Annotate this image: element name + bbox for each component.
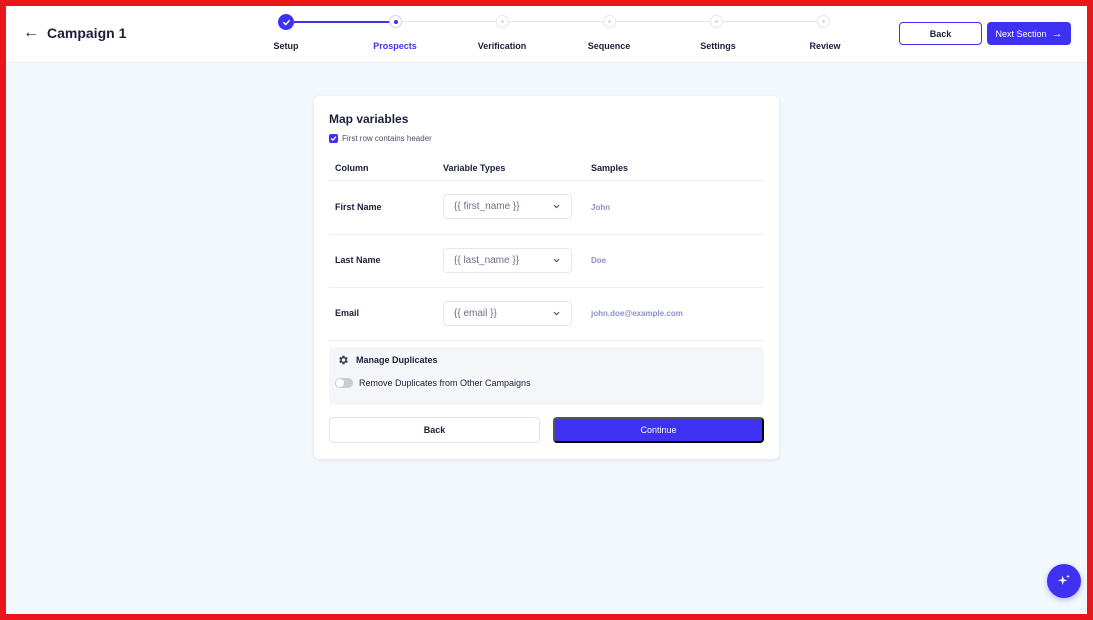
remove-duplicates-toggle[interactable] [335, 378, 353, 388]
step-connector [508, 21, 609, 22]
step-label-setup[interactable]: Setup [273, 41, 298, 51]
ai-assistant-button[interactable] [1047, 564, 1081, 598]
row-column-name: Last Name [335, 255, 381, 265]
step-connector-done [294, 21, 390, 23]
manage-duplicates-label: Manage Duplicates [356, 355, 438, 365]
next-section-button[interactable]: Next Section → [987, 22, 1071, 45]
continue-button[interactable]: Continue [553, 417, 764, 443]
step-connector [615, 21, 716, 22]
row-sample: John [591, 203, 611, 212]
step-review-marker[interactable] [817, 15, 830, 28]
check-icon [282, 19, 290, 25]
sparkle-icon [1058, 574, 1070, 585]
divider [329, 287, 764, 288]
chevron-down-icon [553, 204, 560, 209]
next-section-label: Next Section [995, 28, 1047, 39]
step-label-verification[interactable]: Verification [478, 41, 527, 51]
step-label-settings[interactable]: Settings [700, 41, 736, 51]
select-value: {{ last_name }} [454, 255, 520, 266]
row-sample: Doe [591, 256, 607, 265]
back-button-label: Back [423, 425, 446, 435]
remove-duplicates-label: Remove Duplicates from Other Campaigns [359, 378, 531, 388]
select-value: {{ email }} [454, 308, 497, 319]
map-variables-card: Map variables First row contains header … [314, 96, 779, 459]
app-frame: ← Campaign 1 Setup Prospects Verificatio… [6, 6, 1087, 614]
divider [329, 340, 764, 341]
step-setup-marker[interactable] [278, 14, 294, 30]
manage-duplicates-panel: Manage Duplicates Remove Duplicates from… [329, 347, 764, 405]
chevron-down-icon [553, 311, 560, 316]
step-settings-marker[interactable] [710, 15, 723, 28]
variable-type-select[interactable]: {{ first_name }} [443, 194, 572, 219]
card-title: Map variables [329, 112, 409, 126]
step-label-sequence[interactable]: Sequence [588, 41, 631, 51]
checkbox-label: First row contains header [342, 134, 432, 143]
column-header-column: Column [335, 163, 369, 173]
divider [329, 234, 764, 235]
row-column-name: Email [335, 308, 360, 318]
row-sample: john.doe@example.com [591, 309, 683, 318]
first-row-header-checkbox[interactable]: First row contains header [329, 134, 432, 143]
step-sequence-marker[interactable] [603, 15, 616, 28]
continue-button-label: Continue [640, 425, 677, 435]
select-value: {{ first_name }} [454, 201, 520, 212]
column-header-samples: Samples [591, 163, 629, 173]
row-column-name: First Name [335, 202, 382, 212]
step-connector [722, 21, 823, 22]
header-back-label: Back [929, 28, 952, 39]
back-button[interactable]: Back [329, 417, 540, 443]
step-verification-marker[interactable] [496, 15, 509, 28]
column-header-types: Variable Types [443, 163, 506, 173]
variable-type-select[interactable]: {{ email }} [443, 301, 572, 326]
arrow-right-icon: → [1051, 27, 1063, 40]
variable-type-select[interactable]: {{ last_name }} [443, 248, 572, 273]
header-back-button[interactable]: Back [899, 22, 982, 45]
step-connector [401, 21, 502, 22]
checkbox-checked[interactable] [329, 134, 338, 143]
check-icon [330, 136, 337, 141]
top-header: ← Campaign 1 Setup Prospects Verificatio… [6, 6, 1087, 63]
step-label-review[interactable]: Review [809, 41, 840, 51]
remove-duplicates-row: Remove Duplicates from Other Campaigns [335, 378, 531, 388]
step-prospects-marker[interactable] [389, 15, 402, 28]
step-label-prospects[interactable]: Prospects [373, 41, 417, 51]
gear-icon [339, 355, 348, 365]
manage-duplicates-title: Manage Duplicates [337, 354, 438, 366]
divider [329, 180, 764, 181]
chevron-down-icon [553, 258, 560, 263]
